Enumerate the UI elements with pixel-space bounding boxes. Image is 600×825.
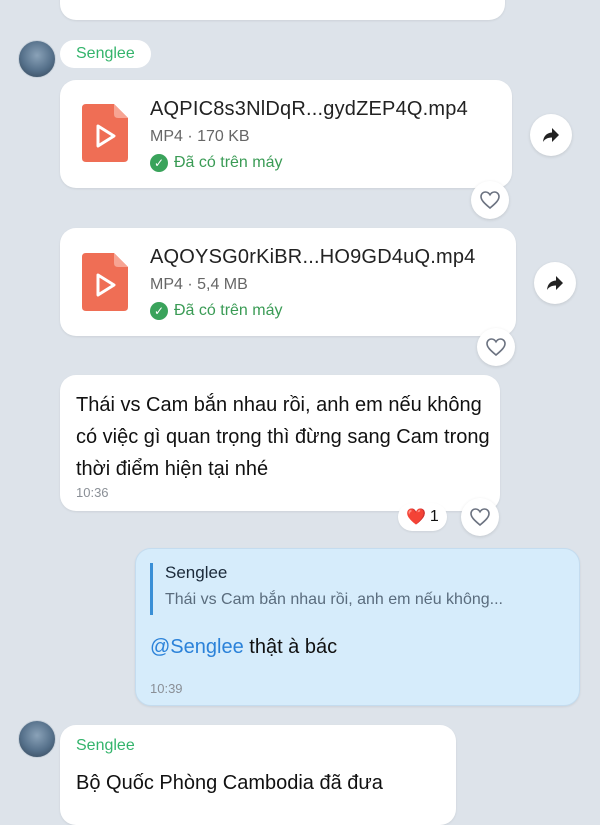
file-meta: MP4 · 5,4 MB <box>150 276 248 293</box>
avatar[interactable] <box>18 40 56 78</box>
forward-button[interactable] <box>534 262 576 304</box>
heart-outline-icon <box>470 508 490 526</box>
heart-emoji-icon: ❤️ <box>406 509 426 526</box>
avatar[interactable] <box>18 720 56 758</box>
outgoing-reply-bubble[interactable]: Senglee Thái vs Cam bắn nhau rồi, anh em… <box>135 548 580 706</box>
video-file-icon <box>82 104 128 162</box>
download-status-label: Đã có trên máy <box>174 154 283 171</box>
like-button[interactable] <box>471 181 509 219</box>
text-message-bubble[interactable]: Thái vs Cam bắn nhau rồi, anh em nếu khô… <box>60 375 500 511</box>
video-file-icon <box>82 253 128 311</box>
check-circle-icon: ✓ <box>150 302 168 320</box>
previous-message-bubble[interactable] <box>60 0 505 20</box>
file-message-bubble[interactable]: AQOYSG0rKiBR...HO9GD4uQ.mp4 MP4 · 5,4 MB… <box>60 228 516 336</box>
file-name[interactable]: AQPIC8s3NlDqR...gydZEP4Q.mp4 <box>150 98 468 121</box>
message-text: Bộ Quốc Phòng Cambodia đã đưa <box>76 772 383 794</box>
message-text: Thái vs Cam bắn nhau rồi, anh em nếu khô… <box>76 394 490 480</box>
quoted-text: Thái vs Cam bắn nhau rồi, anh em nếu khô… <box>165 591 503 608</box>
share-arrow-icon <box>543 128 559 142</box>
mention-link[interactable]: @Senglee <box>150 636 244 658</box>
reply-text: @Senglee thật à bác <box>150 631 337 663</box>
file-meta: MP4 · 170 KB <box>150 128 250 145</box>
text-message-bubble[interactable]: Senglee Bộ Quốc Phòng Cambodia đã đưa <box>60 725 456 825</box>
like-button[interactable] <box>477 328 515 366</box>
share-arrow-icon <box>547 276 563 290</box>
like-button[interactable] <box>461 498 499 536</box>
forward-button[interactable] <box>530 114 572 156</box>
sender-name[interactable]: Senglee <box>60 40 151 68</box>
download-status-label: Đã có trên máy <box>174 302 283 319</box>
sender-name[interactable]: Senglee <box>76 737 135 755</box>
message-time: 10:39 <box>150 681 183 696</box>
reaction-badge[interactable]: ❤️ 1 <box>398 503 447 531</box>
file-message-bubble[interactable]: AQPIC8s3NlDqR...gydZEP4Q.mp4 MP4 · 170 K… <box>60 80 512 188</box>
download-status: ✓ Đã có trên máy <box>150 154 282 172</box>
reaction-count: 1 <box>429 508 439 525</box>
quoted-sender: Senglee <box>165 563 228 582</box>
reply-body: thật à bác <box>243 636 338 658</box>
heart-outline-icon <box>486 338 506 356</box>
check-circle-icon: ✓ <box>150 154 168 172</box>
heart-outline-icon <box>480 191 500 209</box>
download-status: ✓ Đã có trên máy <box>150 302 282 320</box>
message-time: 10:36 <box>76 485 109 500</box>
quoted-message[interactable]: Senglee Thái vs Cam bắn nhau rồi, anh em… <box>150 563 565 615</box>
file-name[interactable]: AQOYSG0rKiBR...HO9GD4uQ.mp4 <box>150 246 476 269</box>
